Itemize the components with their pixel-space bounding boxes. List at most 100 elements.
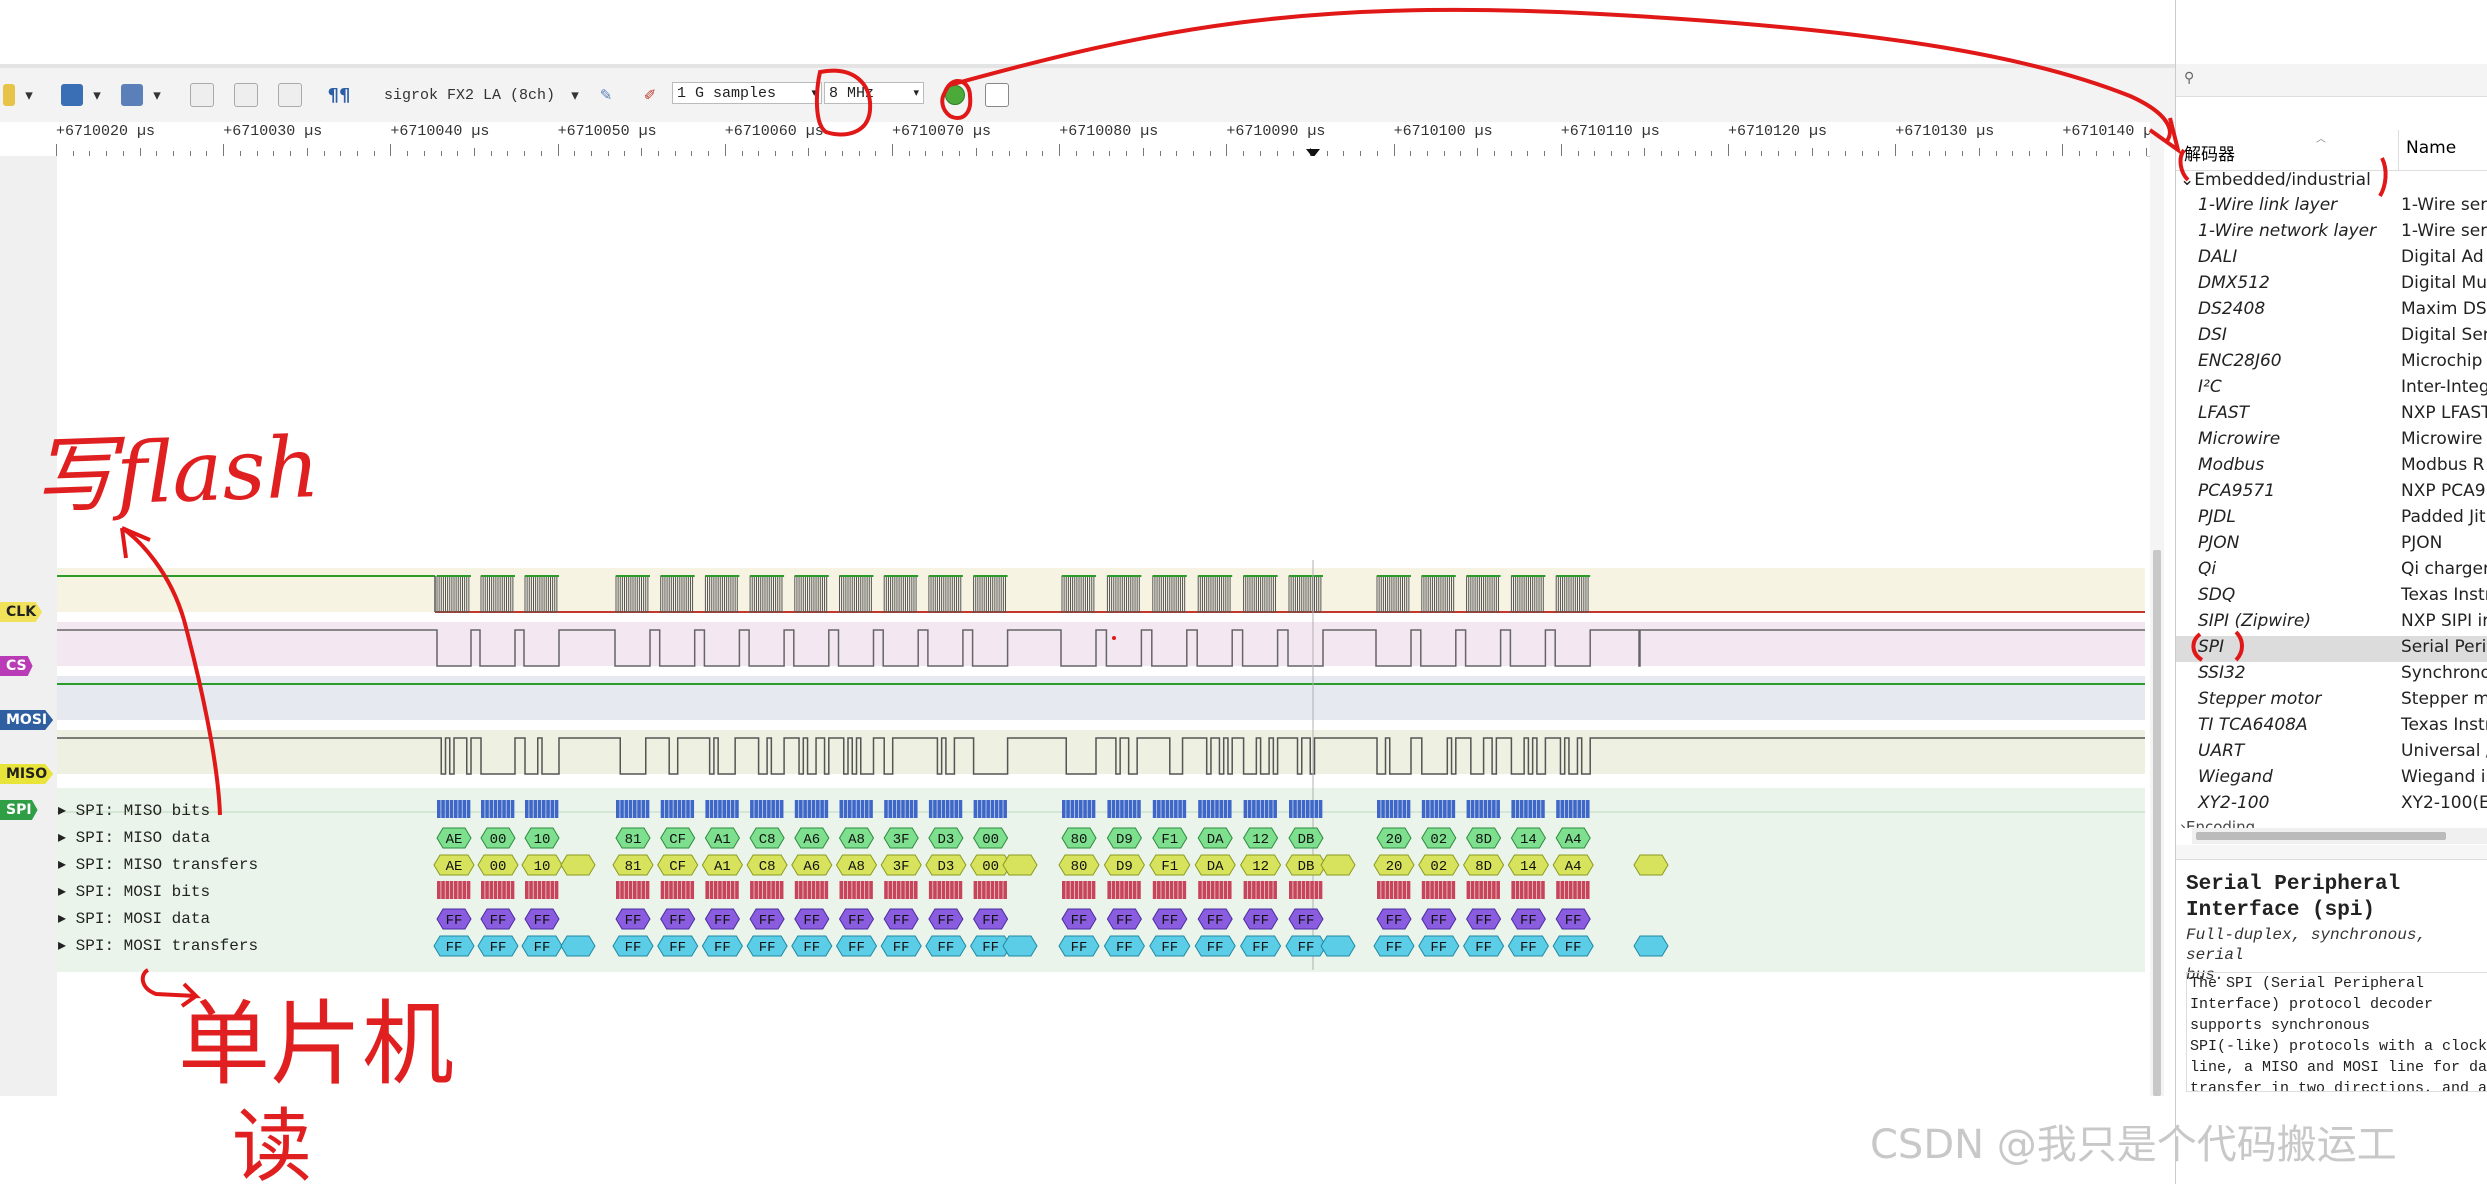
ruler-tick-mark xyxy=(1978,148,1980,156)
dropdown-arrow-icon[interactable]: ▾ xyxy=(22,82,36,108)
samples-select[interactable]: 1 G samples ▾ xyxy=(672,82,822,104)
decoder-list-item[interactable]: DS2408 Maxim DS xyxy=(2176,298,2487,324)
decoder-list-item[interactable]: XY2-100 XY2-100(E xyxy=(2176,792,2487,818)
decoder-id: DS2408 xyxy=(2198,299,2266,319)
decoder-list-item[interactable]: Wiegand Wiegand i xyxy=(2176,766,2487,792)
decoder-name: Digital Ad xyxy=(2401,247,2484,267)
ruler-tick-mark xyxy=(56,144,57,156)
decoder-id: 1-Wire link layer xyxy=(2198,195,2338,215)
decoder-name: Microchip xyxy=(2401,351,2483,371)
decoder-row-miso-data[interactable]: ▸ SPI: MISO data xyxy=(58,827,210,847)
ruler-tick-mark xyxy=(557,144,559,156)
ruler-tick-mark xyxy=(1644,148,1646,156)
decoder-name: Texas Instr xyxy=(2401,585,2487,605)
decoder-name: NXP LFAST xyxy=(2401,403,2487,423)
open-dropdown-icon[interactable]: ▾ xyxy=(90,82,104,108)
decoder-list-item[interactable]: PJON PJON xyxy=(2176,532,2487,558)
decoder-id: Modbus xyxy=(2198,455,2265,475)
decoder-id: XY2-100 xyxy=(2198,793,2270,813)
save-dropdown-icon[interactable]: ▾ xyxy=(150,82,164,108)
decoder-id: SIPI (Zipwire) xyxy=(2198,611,2311,631)
ruler-tick-mark xyxy=(390,144,392,156)
decoder-list-item[interactable]: Qi Qi charger xyxy=(2176,558,2487,584)
decoder-row-mosi-data[interactable]: ▸ SPI: MOSI data xyxy=(58,908,210,928)
decoder-name: Padded Jit xyxy=(2401,507,2486,527)
ruler-tick-mark xyxy=(2062,144,2064,156)
channel-label-cs[interactable]: CS xyxy=(0,656,33,676)
device-dropdown-icon[interactable]: ▾ xyxy=(568,82,582,108)
channel-label-mosi[interactable]: MOSI xyxy=(0,710,54,730)
ruler-tick-mark xyxy=(892,144,893,156)
decoder-list-item[interactable]: DALI Digital Ad xyxy=(2176,246,2487,272)
configure-icon[interactable]: ✎ xyxy=(594,82,618,108)
decoder-list-item[interactable]: PJDL Padded Jit xyxy=(2176,506,2487,532)
decoder-row-mosi-bits[interactable]: ▸ SPI: MOSI bits xyxy=(58,881,210,901)
ruler-tick-mark xyxy=(808,148,810,156)
category-embedded[interactable]: ⌄Embedded/industrial xyxy=(2180,170,2371,190)
decoder-list-item[interactable]: PCA9571 NXP PCA9 xyxy=(2176,480,2487,506)
open-file-icon[interactable] xyxy=(60,82,84,108)
header-decoder[interactable]: 解码器 xyxy=(2184,140,2235,165)
decoder-list-item[interactable]: SIPI (Zipwire) NXP SIPI ir xyxy=(2176,610,2487,636)
ruler-tick-mark xyxy=(1059,144,1061,156)
partial-icon[interactable] xyxy=(2,82,16,108)
main-toolbar: ▾ ▾ ▾ ¶¶ sigrok FX2 LA (8ch) ▾ ✎ ✐ 1 G s… xyxy=(0,68,2175,123)
decoder-list-item[interactable]: 1-Wire link layer 1-Wire ser xyxy=(2176,194,2487,220)
decoder-list-item[interactable]: Modbus Modbus R xyxy=(2176,454,2487,480)
search-icon: ⚲ xyxy=(2184,70,2195,86)
decoder-list-item[interactable]: 1-Wire network layer 1-Wire ser xyxy=(2176,220,2487,246)
decoder-list-item[interactable]: DMX512 Digital Mu xyxy=(2176,272,2487,298)
ruler-tick-label: +6710120 µs xyxy=(1728,123,1828,140)
channel-label-miso[interactable]: MISO xyxy=(0,764,54,784)
watermark: CSDN @我只是个代码搬运工 xyxy=(1870,1122,2397,1168)
math-trace-icon[interactable] xyxy=(984,82,1010,108)
time-ruler[interactable]: +6710020 µs +6710030 µs +6710040 µs +671005… xyxy=(0,122,2214,158)
decoder-list-item[interactable]: TI TCA6408A Texas Instr xyxy=(2176,714,2487,740)
lock-icon[interactable] xyxy=(190,82,214,108)
decoder-name: 1-Wire ser xyxy=(2401,221,2487,241)
rate-select[interactable]: 8 MHz ▾ xyxy=(824,82,924,104)
decoder-row-mosi-transfers[interactable]: ▸ SPI: MOSI transfers xyxy=(58,935,258,955)
details-title: Serial Peripheral Interface (spi) xyxy=(2186,873,2401,922)
ruler-tick-label: +6710130 µs xyxy=(1895,123,1995,140)
decoder-id: PJDL xyxy=(2198,507,2236,527)
document-icon[interactable] xyxy=(234,82,258,108)
vertical-scrollbar-thumb[interactable] xyxy=(2153,550,2161,1096)
decoder-row-miso-transfers[interactable]: ▸ SPI: MISO transfers xyxy=(58,854,258,874)
header-name[interactable]: Name xyxy=(2406,138,2456,158)
decoder-hscroll-thumb[interactable] xyxy=(2196,832,2446,840)
category-encoding[interactable]: ›Encoding xyxy=(2180,818,2255,828)
decoder-list-item[interactable]: Microwire Microwire xyxy=(2176,428,2487,454)
decoder-list-item[interactable]: Stepper motor Stepper m xyxy=(2176,688,2487,714)
decoder-list-item[interactable]: SPI Serial Peri xyxy=(2176,636,2487,662)
decoder-id: Qi xyxy=(2198,559,2217,579)
decoder-list-item[interactable]: SDQ Texas Instr xyxy=(2176,584,2487,610)
device-selector[interactable]: sigrok FX2 LA (8ch) xyxy=(384,82,559,108)
cursor-icon[interactable]: ¶¶ xyxy=(326,82,352,108)
decoder-hscroll[interactable] xyxy=(2192,828,2487,844)
grid-icon[interactable] xyxy=(278,82,302,108)
probe-icon[interactable]: ✐ xyxy=(638,82,662,108)
run-icon[interactable] xyxy=(942,82,968,108)
save-file-icon[interactable] xyxy=(120,82,144,108)
decoder-list-item[interactable]: DSI Digital Ser xyxy=(2176,324,2487,350)
decoder-name: Digital Mu xyxy=(2401,273,2487,293)
decoder-list-item[interactable]: I²C Inter-Integ xyxy=(2176,376,2487,402)
channel-label-spi[interactable]: SPI xyxy=(0,800,38,820)
decoder-id: I²C xyxy=(2198,377,2222,397)
decoder-list-item[interactable]: ENC28J60 Microchip xyxy=(2176,350,2487,376)
decoder-list-item[interactable]: LFAST NXP LFAST xyxy=(2176,402,2487,428)
decoder-search-bar[interactable]: ⚲ xyxy=(2176,64,2487,97)
details-description: The SPI (Serial Peripheral Interface) pr… xyxy=(2186,972,2487,1092)
sort-indicator-icon: ︿ xyxy=(2316,134,2326,145)
decoder-list-item[interactable]: SSI32 Synchrono xyxy=(2176,662,2487,688)
waveform-view[interactable] xyxy=(57,156,2147,1096)
decoder-id: TI TCA6408A xyxy=(2198,715,2308,735)
decoder-id: Microwire xyxy=(2198,429,2281,449)
ruler-tick-label: +6710040 µs xyxy=(390,123,490,140)
ruler-tick-label: +6710060 µs xyxy=(724,123,824,140)
decoder-list-item[interactable]: UART Universal / xyxy=(2176,740,2487,766)
decoder-row-miso-bits[interactable]: ▸ SPI: MISO bits xyxy=(58,800,210,820)
channel-label-clk[interactable]: CLK xyxy=(0,602,43,622)
decoder-id: SSI32 xyxy=(2198,663,2246,683)
